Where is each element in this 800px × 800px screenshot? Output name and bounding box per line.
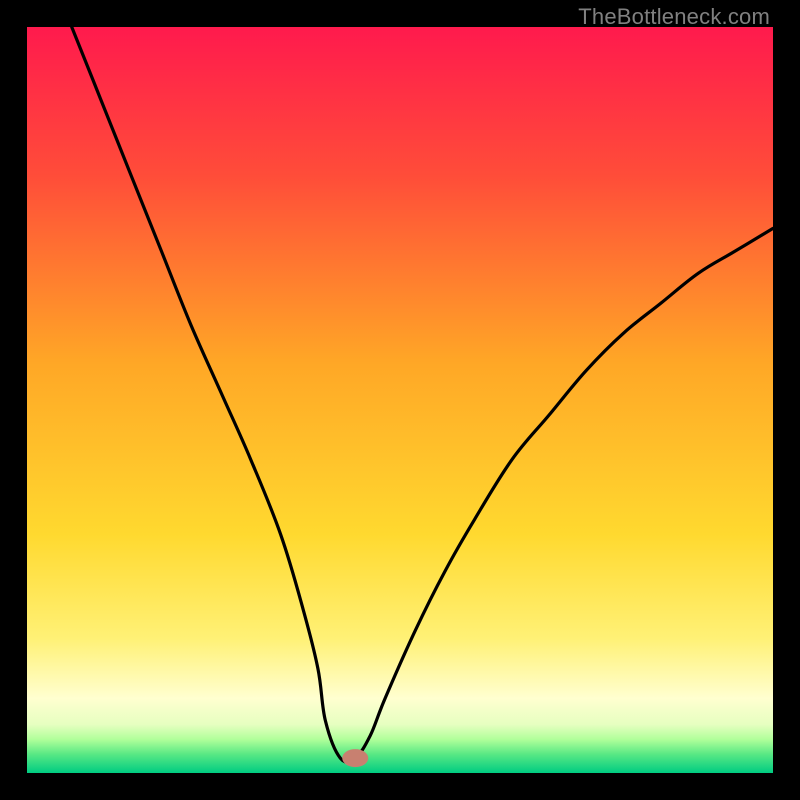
plot-area	[27, 27, 773, 773]
chart-frame: TheBottleneck.com	[0, 0, 800, 800]
watermark-text: TheBottleneck.com	[578, 4, 770, 30]
operating-point-marker	[342, 749, 368, 767]
chart-svg	[27, 27, 773, 773]
